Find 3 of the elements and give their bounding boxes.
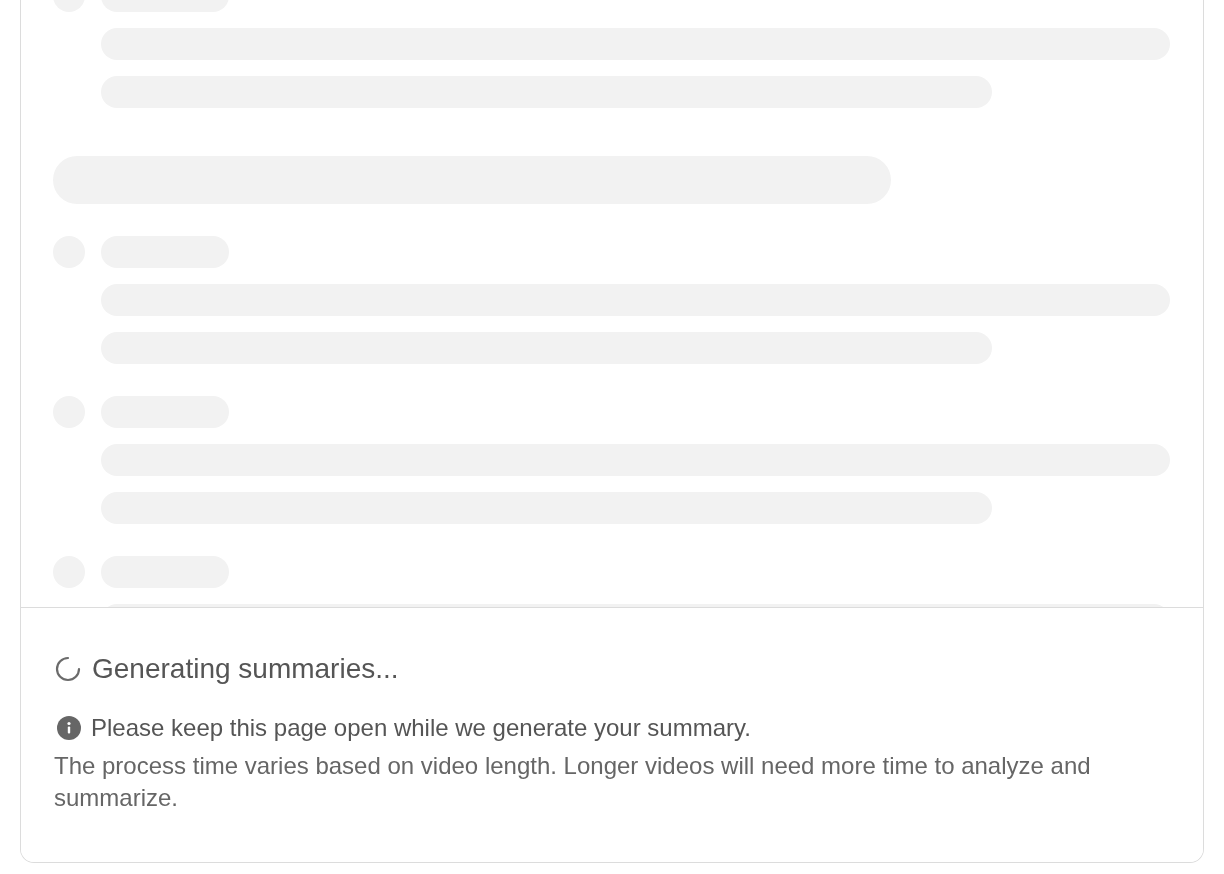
status-message: Generating summaries... (92, 652, 399, 686)
description-text: The process time varies based on video length. Longer videos will need more time to analyze and summarize. (54, 751, 1092, 813)
notice-text: Please keep this page open while we generate your summary. (91, 713, 751, 743)
